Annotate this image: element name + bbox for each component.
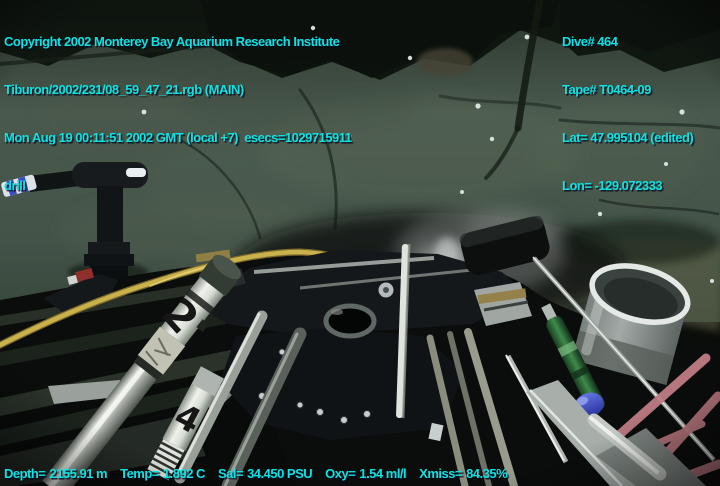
copyright-line: Copyright 2002 Monterey Bay Aquarium Res… — [4, 34, 352, 50]
dive-number: Dive# 464 — [562, 34, 693, 50]
hud-top-right: Dive# 464 Tape# T0464-09 Lat= 47.995104 … — [562, 2, 693, 226]
source-path-line: Tiburon/2002/231/08_59_47_21.rgb (MAIN) — [4, 82, 352, 98]
oxygen-readout: Oxy=1.54 ml/l — [325, 466, 406, 482]
salinity-readout: Sal=34.450 PSU — [218, 466, 312, 482]
transmissivity-readout: Xmiss=84.35% — [419, 466, 507, 482]
rov-video-frame: 2 4 — [0, 0, 720, 486]
hud-top-left: Copyright 2002 Monterey Bay Aquarium Res… — [4, 2, 352, 226]
depth-readout: Depth=2155.91 m — [4, 466, 107, 482]
timestamp-line: Mon Aug 19 00:11:51 2002 GMT (local +7) … — [4, 130, 352, 146]
latitude: Lat= 47.995104 (edited) — [562, 130, 693, 146]
longitude: Lon= -129.072333 — [562, 178, 693, 194]
temp-readout: Temp=1.892 C — [120, 466, 205, 482]
hud-telemetry-bar: Depth=2155.91 m Temp=1.892 C Sal=34.450 … — [4, 466, 520, 482]
tape-number: Tape# T0464-09 — [562, 82, 693, 98]
annotation-line: drill — [4, 178, 352, 194]
